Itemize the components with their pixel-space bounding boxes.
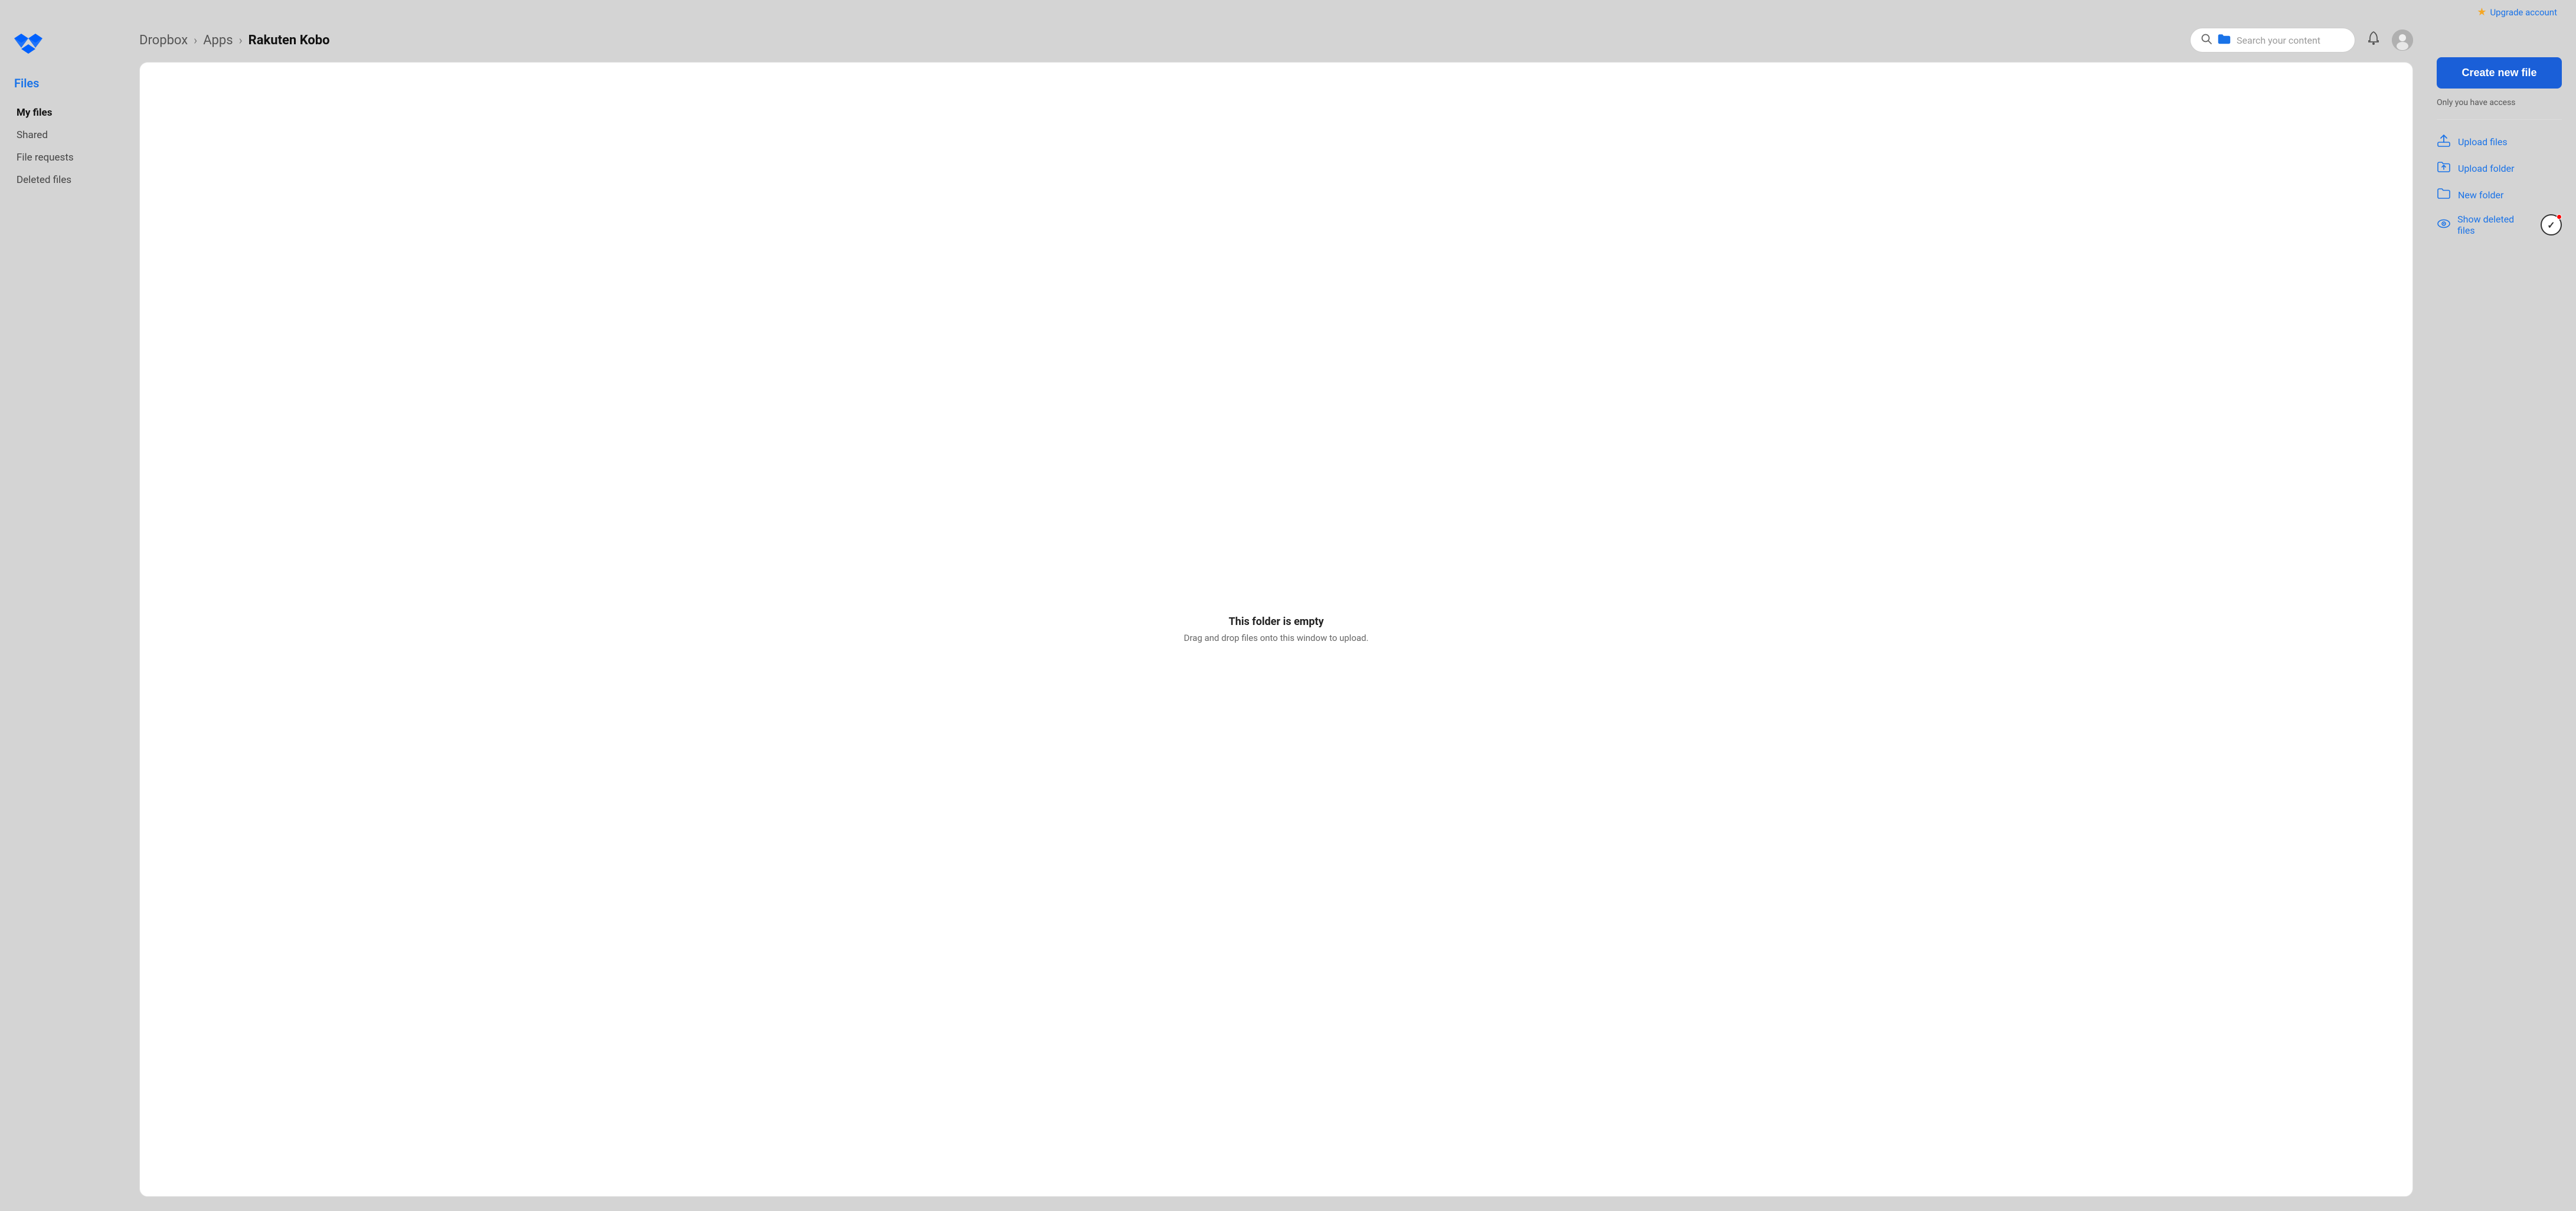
upload-folder-label: Upload folder [2458,163,2515,174]
breadcrumb-sep1: › [194,33,197,47]
access-label: Only you have access [2437,98,2562,107]
file-browser-panel: This folder is empty Drag and drop files… [139,62,2413,1197]
upload-files-icon [2437,134,2451,150]
search-bar[interactable]: Search your content [2190,28,2355,53]
upload-files-action[interactable]: Upload files [2437,134,2562,150]
sidebar-item-deleted-files[interactable]: Deleted files [14,169,116,191]
avatar[interactable] [2392,30,2413,51]
main-layout: Files My files Shared File requests Dele… [0,22,2576,1211]
upgrade-label: Upgrade account [2490,7,2557,18]
new-folder-icon [2437,187,2451,203]
red-dot-badge [2557,214,2562,220]
sidebar-item-file-requests[interactable]: File requests [14,147,116,168]
content-area: Dropbox › Apps › Rakuten Kobo [130,22,2423,1197]
dropbox-logo-icon [14,34,43,57]
folder-search-icon [2218,33,2231,47]
show-deleted-row: Show deleted files ✓ [2437,214,2562,236]
breadcrumb-dropbox[interactable]: Dropbox [139,33,188,48]
empty-folder-title: This folder is empty [1184,616,1369,628]
create-new-file-button[interactable]: Create new file [2437,57,2562,89]
breadcrumb: Dropbox › Apps › Rakuten Kobo [139,33,330,48]
search-icon [2201,34,2212,47]
show-deleted-icon [2437,217,2450,233]
sidebar-files-heading: Files [14,76,116,90]
bell-icon[interactable] [2366,31,2381,50]
upgrade-account-link[interactable]: ★ Upgrade account [2477,6,2557,18]
checkmark-circle-badge: ✓ [2541,214,2562,235]
show-deleted-files-label: Show deleted files [2457,214,2531,236]
upload-folder-icon [2437,161,2451,176]
header-actions: Search your content [2190,28,2413,53]
upload-folder-action[interactable]: Upload folder [2437,161,2562,176]
sidebar-logo [14,34,116,60]
show-deleted-files-action[interactable]: Show deleted files [2437,214,2531,236]
empty-folder-state: This folder is empty Drag and drop files… [1184,616,1369,643]
breadcrumb-current: Rakuten Kobo [249,33,330,48]
upload-files-label: Upload files [2458,136,2508,148]
sidebar-nav: My files Shared File requests Deleted fi… [14,102,116,191]
new-folder-label: New folder [2458,189,2503,201]
breadcrumb-apps[interactable]: Apps [203,33,233,48]
action-list: Upload files Upload folder [2437,134,2562,236]
search-input-label: Search your content [2237,35,2320,46]
divider [2437,119,2562,120]
new-folder-action[interactable]: New folder [2437,187,2562,203]
star-icon: ★ [2477,6,2486,18]
sidebar: Files My files Shared File requests Dele… [0,22,130,1197]
breadcrumb-sep2: › [239,33,243,47]
header-row: Dropbox › Apps › Rakuten Kobo [139,22,2413,62]
sidebar-item-my-files[interactable]: My files [14,102,116,123]
right-panel: Create new file Only you have access Upl… [2423,22,2576,1197]
sidebar-item-shared[interactable]: Shared [14,125,116,146]
top-bar: ★ Upgrade account [0,0,2576,22]
checkmark-icon: ✓ [2547,220,2555,231]
empty-folder-subtitle: Drag and drop files onto this window to … [1184,633,1369,643]
